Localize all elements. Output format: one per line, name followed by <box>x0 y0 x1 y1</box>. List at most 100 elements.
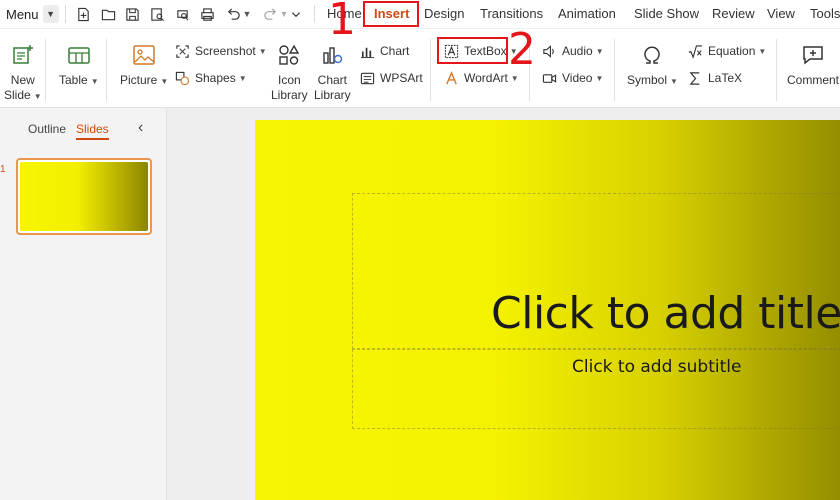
editing-canvas: Click to add title Click to add subtitle <box>167 108 840 500</box>
video-label: Video <box>562 71 593 85</box>
chart-label: Chart <box>380 44 410 58</box>
icon-library-label-1: Icon <box>278 73 301 87</box>
chart-icon <box>360 47 375 58</box>
annotation-box-textbox <box>437 37 508 64</box>
print-icon[interactable] <box>199 4 215 24</box>
wpsart-icon <box>360 72 375 84</box>
menu-chevron-icon: ▼ <box>42 5 59 23</box>
screenshot-button[interactable]: Screenshot ▼ <box>175 41 267 61</box>
equation-label: Equation <box>708 44 756 58</box>
new-slide-label-1: New <box>10 73 35 87</box>
equation-button[interactable]: Equation ▼ <box>688 41 766 61</box>
omega-icon <box>644 46 661 64</box>
chevron-down-icon: ▼ <box>160 77 169 86</box>
tab-transitions[interactable]: Transitions <box>480 6 543 21</box>
equation-icon <box>688 44 703 59</box>
video-button[interactable]: Video ▼ <box>542 68 603 88</box>
audio-label: Audio <box>562 44 593 58</box>
new-slide-label-2: Slide <box>4 88 31 102</box>
audio-button[interactable]: Audio ▼ <box>542 41 604 61</box>
comment-button[interactable]: Comment <box>787 43 839 88</box>
separator <box>614 39 615 101</box>
title-placeholder-text: Click to add title <box>491 288 840 339</box>
comment-icon <box>803 46 823 65</box>
slide[interactable]: Click to add title Click to add subtitle <box>255 120 840 500</box>
tab-review[interactable]: Review <box>712 6 755 21</box>
save-icon[interactable] <box>124 4 140 24</box>
chevron-down-icon: ▼ <box>670 77 678 86</box>
tab-slides[interactable]: Slides <box>76 122 109 140</box>
menu-label: Menu <box>6 6 39 22</box>
insert-ribbon: New Slide ▼ Table ▼ Picture ▼ Screenshot ▼ S… <box>0 28 840 108</box>
undo-dropdown-icon[interactable]: ▼ <box>242 4 252 24</box>
video-icon <box>542 73 557 83</box>
separator <box>106 39 107 101</box>
screenshot-icon <box>176 44 189 58</box>
icon-library-icon <box>279 44 300 65</box>
table-icon <box>68 47 90 64</box>
chart-button[interactable]: Chart <box>360 41 409 61</box>
print-preview-icon[interactable] <box>174 4 190 24</box>
tab-tools[interactable]: Tools <box>810 6 840 21</box>
new-icon[interactable] <box>75 4 91 24</box>
chevron-down-icon: ▼ <box>595 46 604 56</box>
slide-panel: Outline Slides ‹ 1 <box>0 108 167 500</box>
separator <box>45 39 46 101</box>
chevron-down-icon: ▼ <box>758 46 767 56</box>
undo-icon[interactable] <box>225 4 241 24</box>
chart-library-icon <box>323 47 343 64</box>
wordart-label: WordArt <box>464 71 508 85</box>
collapse-panel-icon[interactable]: ‹ <box>138 119 143 137</box>
redo-dropdown-icon[interactable]: ▼ <box>279 4 289 24</box>
sigma-icon <box>689 71 700 85</box>
speaker-icon <box>543 44 554 58</box>
picture-icon <box>133 45 155 65</box>
wordart-icon <box>446 70 457 84</box>
chevron-down-icon: ▼ <box>595 73 604 83</box>
open-icon[interactable] <box>100 4 116 24</box>
print-preview-icon[interactable] <box>149 4 165 24</box>
slide-thumbnail-preview <box>20 162 148 231</box>
annotation-step-1: 1 <box>328 0 356 45</box>
tab-design[interactable]: Design <box>424 6 464 21</box>
symbol-label: Symbol <box>627 73 668 87</box>
chevron-down-icon: ▼ <box>33 92 42 101</box>
new-slide-button[interactable]: New Slide ▼ <box>4 43 42 104</box>
tab-outline[interactable]: Outline <box>28 122 66 136</box>
chart-library-button[interactable]: Chart Library <box>314 43 351 103</box>
tab-animation[interactable]: Animation <box>558 6 616 21</box>
separator <box>314 5 315 23</box>
title-bar: Menu ▼ ▼ ▼ Home Insert Design Transition… <box>0 0 840 28</box>
shapes-icon <box>175 71 190 85</box>
latex-button[interactable]: LaTeX <box>688 68 742 88</box>
shapes-button[interactable]: Shapes ▼ <box>175 68 247 88</box>
more-chevron-icon[interactable] <box>289 4 303 24</box>
slide-number: 1 <box>0 164 6 175</box>
table-label: Table <box>59 73 88 87</box>
chevron-down-icon: ▼ <box>90 77 99 86</box>
redo-icon[interactable] <box>262 4 278 24</box>
icon-library-button[interactable]: Icon Library <box>271 43 308 103</box>
separator <box>776 39 777 101</box>
wpsart-button[interactable]: WPSArt <box>360 68 423 88</box>
icon-library-label-2: Library <box>271 88 308 102</box>
slide-thumbnail[interactable] <box>16 158 152 235</box>
chart-library-label-2: Library <box>314 88 351 102</box>
table-button[interactable]: Table ▼ <box>59 43 99 89</box>
picture-label: Picture <box>120 73 158 87</box>
screenshot-label: Screenshot <box>195 44 256 58</box>
new-slide-icon <box>13 45 33 64</box>
symbol-button[interactable]: Symbol ▼ <box>627 43 678 89</box>
picture-button[interactable]: Picture ▼ <box>120 43 168 89</box>
tab-slide-show[interactable]: Slide Show <box>634 6 699 21</box>
chevron-down-icon: ▼ <box>258 46 267 56</box>
wpsart-label: WPSArt <box>380 71 423 85</box>
separator <box>430 39 431 101</box>
chart-library-label-1: Chart <box>317 73 348 87</box>
annotation-box-insert <box>363 1 419 27</box>
tab-view[interactable]: View <box>767 6 795 21</box>
subtitle-placeholder-text: Click to add subtitle <box>572 357 742 377</box>
menu-button[interactable]: Menu ▼ <box>6 4 59 24</box>
annotation-step-2: 2 <box>508 24 536 75</box>
separator <box>65 5 66 23</box>
